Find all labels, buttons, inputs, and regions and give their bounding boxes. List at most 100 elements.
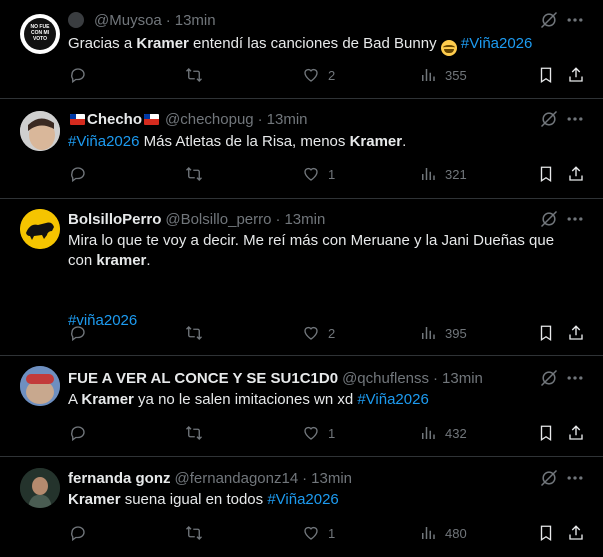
hashtag-link[interactable]: #Viña2026 [68, 133, 139, 150]
grok-button[interactable] [539, 10, 559, 30]
tweet[interactable]: fernanda gonz @fernandagonz14 · 13min Kr… [0, 457, 603, 557]
more-button[interactable] [565, 368, 585, 388]
grok-icon [540, 210, 558, 228]
retweet-icon [186, 167, 202, 181]
avatar[interactable] [20, 468, 60, 508]
tweet-actions: 2 355 [60, 65, 600, 85]
avatar[interactable] [20, 111, 60, 151]
chile-flag-icon [144, 113, 160, 125]
more-button[interactable] [565, 109, 585, 129]
bookmark-button[interactable] [537, 423, 555, 443]
views-count: 321 [445, 166, 467, 182]
retweet-button[interactable] [185, 65, 211, 85]
views-icon [422, 327, 435, 339]
timestamp[interactable]: 13min [175, 12, 216, 29]
highlighted-keyword: Kramer [349, 133, 403, 150]
retweet-icon [186, 326, 202, 340]
views-button[interactable]: 432 [419, 423, 467, 443]
like-button[interactable]: 1 [302, 523, 335, 543]
more-button[interactable] [565, 209, 585, 229]
highlighted-keyword: Kramer [81, 391, 134, 408]
text-segment: ya no le salen imitaciones wn xd [133, 391, 358, 408]
highlighted-keyword: Kramer [68, 491, 121, 508]
views-button[interactable]: 321 [419, 164, 467, 184]
separator-dot: · [433, 369, 439, 387]
retweet-button[interactable] [185, 164, 211, 184]
user-handle[interactable]: @qchuflenss [342, 370, 429, 387]
tweet[interactable]: Checho @chechopug · 13min #Viña2026 Más … [0, 99, 603, 199]
reply-button[interactable] [69, 164, 95, 184]
user-handle[interactable]: @Bolsillo_perro [165, 211, 271, 228]
like-count: 2 [328, 325, 336, 341]
more-button[interactable] [565, 468, 585, 488]
avatar[interactable] [20, 366, 60, 406]
share-button[interactable] [567, 164, 585, 184]
display-name[interactable]: fernanda gonz [68, 470, 171, 487]
bookmark-button[interactable] [537, 164, 555, 184]
share-icon [569, 325, 583, 340]
user-handle[interactable]: @chechopug [165, 111, 254, 128]
like-count: 1 [328, 425, 336, 441]
hashtag-link[interactable]: #Viña2026 [357, 391, 428, 408]
grok-button[interactable] [539, 468, 559, 488]
views-icon [422, 427, 435, 439]
hashtag-link[interactable]: #Viña2026 [461, 35, 532, 52]
tweet[interactable]: NO FUE CON MI VOTO @Muysoa · 13min Graci… [0, 0, 603, 99]
like-icon [304, 326, 318, 340]
views-count: 355 [445, 67, 467, 83]
avatar[interactable]: NO FUE CON MI VOTO [20, 14, 60, 54]
like-button[interactable]: 2 [302, 323, 335, 343]
views-icon [422, 168, 435, 180]
grok-button[interactable] [539, 368, 559, 388]
display-name[interactable]: FUE A VER AL CONCE Y SE SU1C1D0 [68, 370, 338, 387]
retweet-button[interactable] [185, 423, 211, 443]
separator-dot: · [165, 11, 171, 29]
more-button[interactable] [565, 10, 585, 30]
views-button[interactable]: 480 [419, 523, 467, 543]
reply-button[interactable] [69, 65, 95, 85]
bookmark-button[interactable] [537, 65, 555, 85]
retweet-icon [186, 526, 202, 540]
retweet-button[interactable] [185, 323, 211, 343]
text-segment: . [402, 133, 407, 150]
like-button[interactable]: 1 [302, 423, 335, 443]
views-button[interactable]: 395 [419, 323, 467, 343]
views-count: 432 [445, 425, 467, 441]
share-button[interactable] [567, 323, 585, 343]
separator-dot: · [257, 110, 263, 128]
reply-button[interactable] [69, 523, 95, 543]
hashtag-link[interactable]: #Viña2026 [267, 491, 338, 508]
retweet-button[interactable] [185, 523, 211, 543]
timestamp[interactable]: 13min [267, 111, 308, 128]
tweet-actions: 2 395 [60, 323, 600, 343]
bookmark-button[interactable] [537, 523, 555, 543]
tweet[interactable]: FUE A VER AL CONCE Y SE SU1C1D0 @qchufle… [0, 356, 603, 457]
avatar[interactable] [20, 209, 60, 249]
timestamp[interactable]: 13min [284, 211, 325, 228]
bookmark-button[interactable] [537, 323, 555, 343]
views-button[interactable]: 355 [419, 65, 467, 85]
user-handle[interactable]: @fernandagonz14 [175, 470, 299, 487]
highlighted-keyword: Kramer [136, 35, 189, 52]
tweet[interactable]: BolsilloPerro @Bolsillo_perro · 13min Mi… [0, 199, 603, 356]
display-name[interactable]: BolsilloPerro [68, 211, 161, 228]
share-button[interactable] [567, 523, 585, 543]
grok-icon [540, 11, 558, 29]
timestamp[interactable]: 13min [442, 370, 483, 387]
user-handle[interactable]: @Muysoa [94, 12, 162, 29]
reply-button[interactable] [69, 323, 95, 343]
like-button[interactable]: 2 [302, 65, 335, 85]
display-name[interactable]: Checho [87, 111, 142, 128]
default-avatar-icon [68, 12, 84, 28]
share-button[interactable] [567, 423, 585, 443]
grok-button[interactable] [539, 109, 559, 129]
like-icon [304, 68, 318, 82]
reply-button[interactable] [69, 423, 95, 443]
timestamp[interactable]: 13min [311, 470, 352, 487]
grok-button[interactable] [539, 209, 559, 229]
like-button[interactable]: 1 [302, 164, 335, 184]
tweet-header: fernanda gonz @fernandagonz14 · 13min [68, 468, 352, 488]
share-button[interactable] [567, 65, 585, 85]
tweet-text: Gracias a Kramer entendí las canciones d… [68, 34, 578, 56]
separator-dot: · [275, 210, 281, 228]
